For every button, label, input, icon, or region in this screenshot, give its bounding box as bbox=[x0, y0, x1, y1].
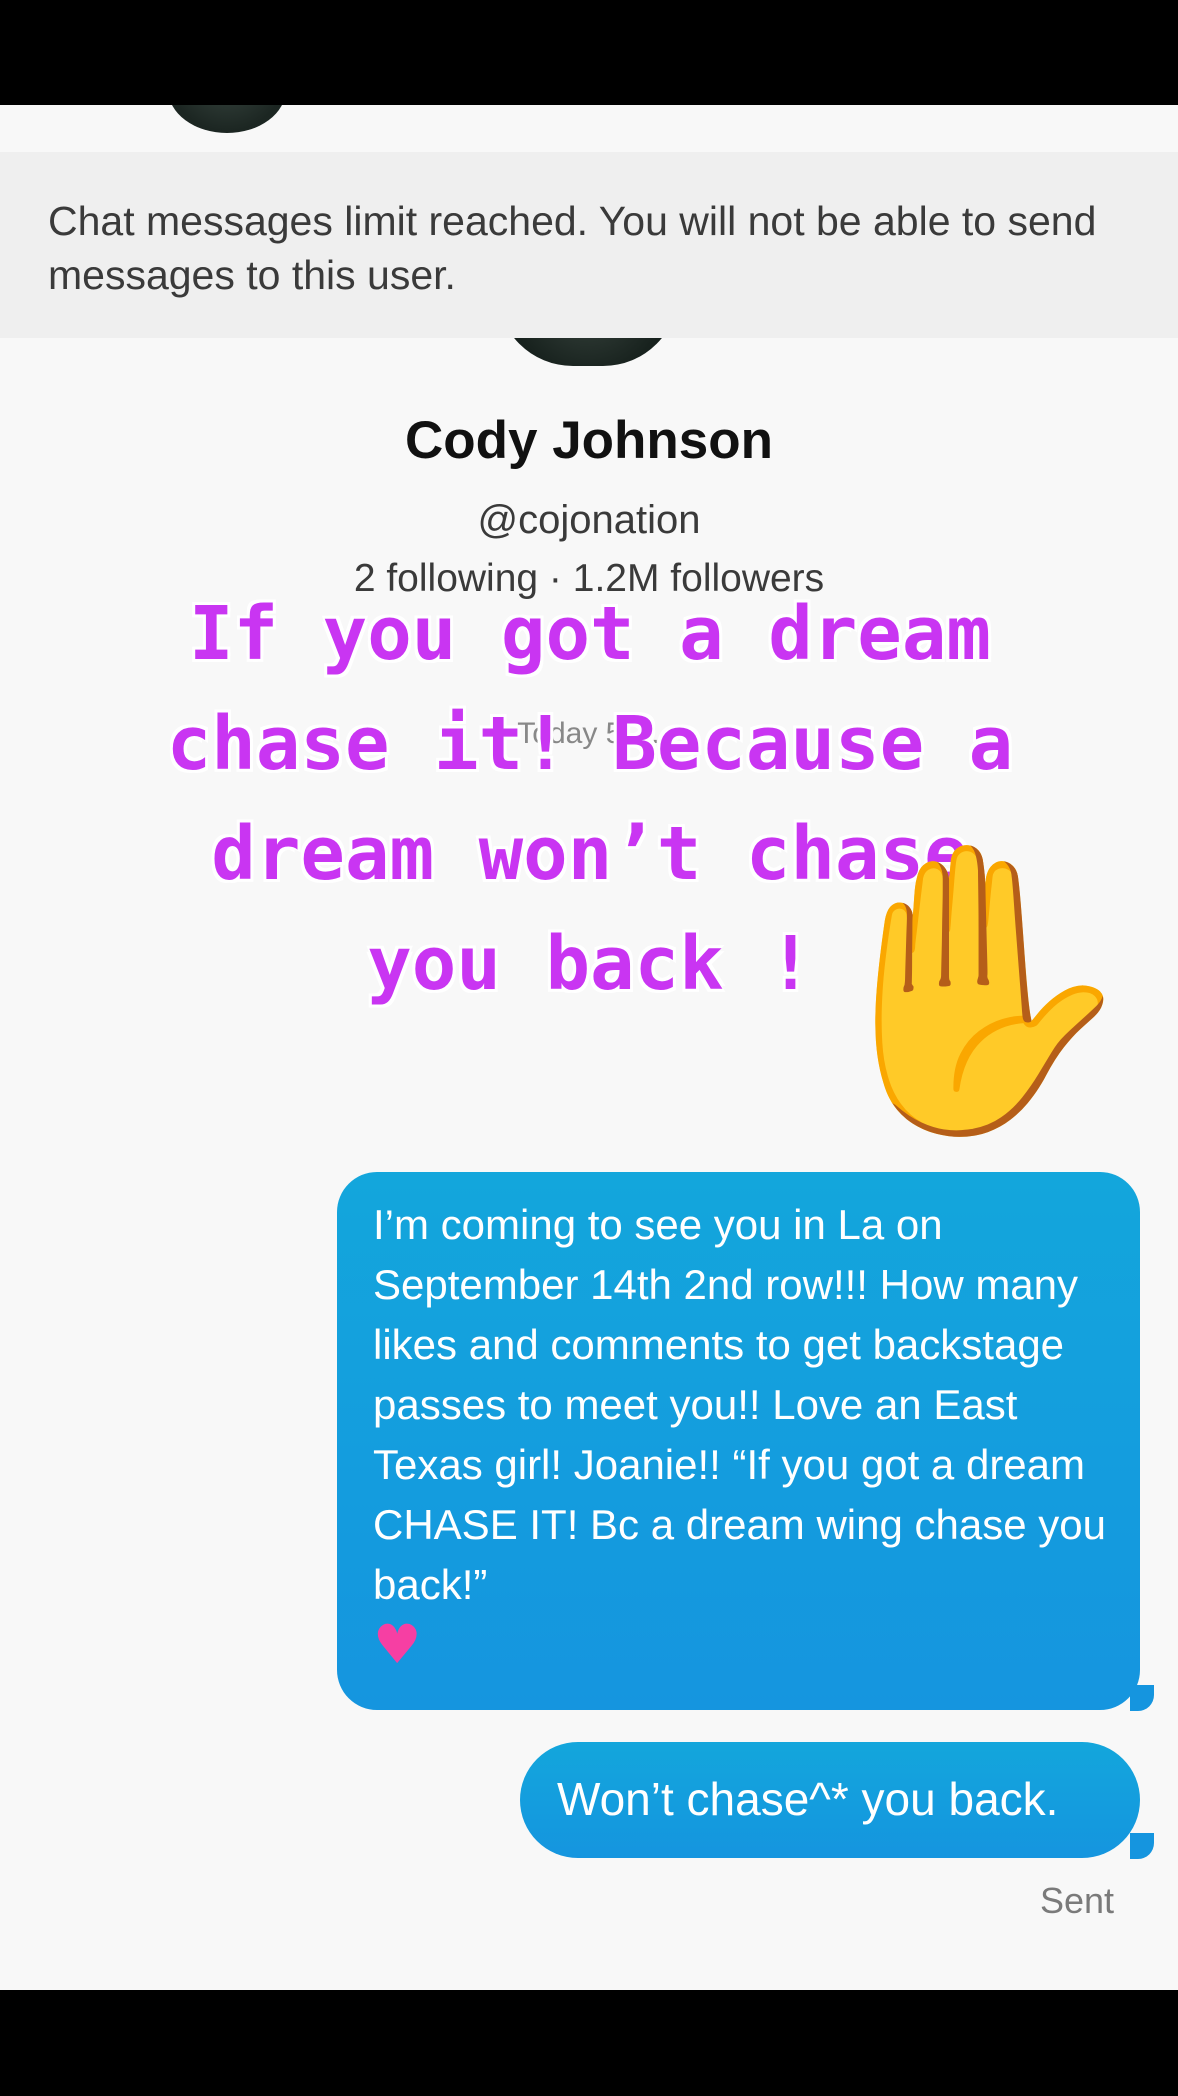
message-bubble[interactable]: I’m coming to see you in La on September… bbox=[337, 1172, 1140, 1710]
bubble-tail bbox=[1130, 1833, 1154, 1859]
profile-handle: @cojonation bbox=[477, 498, 701, 542]
chat-limit-message: Chat messages limit reached. You will no… bbox=[48, 198, 1097, 298]
bubble-tail bbox=[1130, 1685, 1154, 1711]
waving-hand-icon: ✋ bbox=[800, 827, 1149, 1153]
message-bubble[interactable]: Won’t chase^* you back. bbox=[520, 1742, 1140, 1858]
quote-overlay-line: chase it! Because a bbox=[166, 701, 1014, 787]
avatar[interactable] bbox=[168, 105, 286, 133]
chat-screen: Chat messages limit reached. You will no… bbox=[0, 105, 1178, 1990]
message-text: I’m coming to see you in La on September… bbox=[373, 1201, 1106, 1608]
bottom-bar-area bbox=[0, 1990, 1178, 2096]
message-text: Won’t chase^* you back. bbox=[557, 1773, 1059, 1825]
profile-name[interactable]: Cody Johnson bbox=[0, 410, 1178, 471]
pink-heart-icon: ♥ bbox=[373, 1613, 422, 1676]
chat-limit-banner: Chat messages limit reached. You will no… bbox=[0, 152, 1178, 338]
sent-status: Sent bbox=[1040, 1880, 1115, 1921]
quote-overlay-line: If you got a dream bbox=[189, 591, 991, 677]
status-bar-area bbox=[0, 0, 1178, 105]
